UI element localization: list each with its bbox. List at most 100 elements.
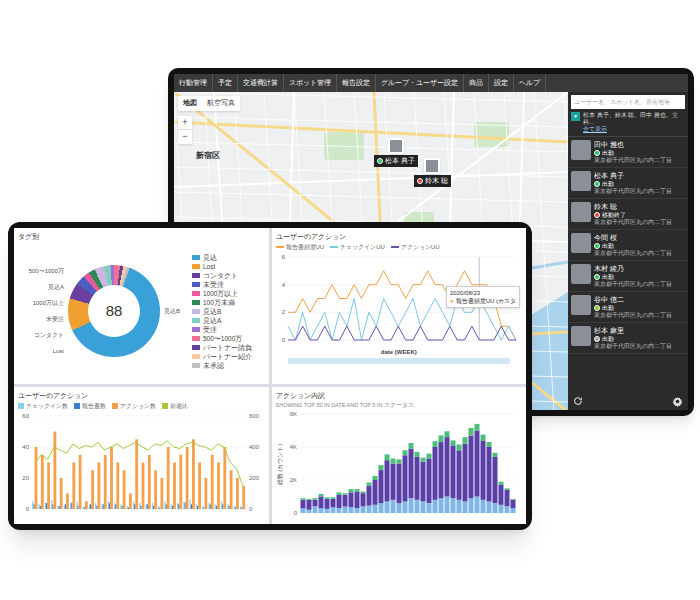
legend-item[interactable]: 報告書頻度UU: [276, 243, 325, 252]
legend-label: Lost: [203, 262, 215, 271]
area-label: 新宿区: [196, 150, 220, 162]
user-actions-bar-panel: ユーザーのアクションチェックイン数報告書数アクション数前週比0204060020…: [14, 387, 269, 524]
legend-label: 受注: [203, 325, 217, 334]
user-row[interactable]: 田中 雅也出勤東京都千代田区丸の内二丁目: [568, 137, 688, 168]
filter-icon[interactable]: ▼: [571, 112, 580, 121]
bar-segment: [348, 507, 353, 513]
legend-item[interactable]: 100万未満: [192, 298, 252, 307]
bar-segment: [468, 498, 473, 513]
user-row[interactable]: 谷中 信二出勤東京都千代田区丸の内二丁目: [568, 292, 688, 323]
status-icon: [594, 274, 600, 280]
refresh-icon[interactable]: [573, 396, 583, 406]
bar-segment: [330, 507, 335, 513]
bar-segment: [510, 508, 515, 513]
legend-item[interactable]: 受注: [192, 325, 252, 334]
marker-label: 松本 典子: [374, 155, 418, 167]
bar: [242, 486, 245, 509]
map-tab[interactable]: 地図: [178, 96, 202, 111]
legend-item[interactable]: チェックインUU: [330, 243, 385, 252]
bar-segment: [480, 500, 485, 513]
legend-item[interactable]: 見込: [192, 253, 252, 262]
bar: [240, 506, 241, 509]
bar-segment: [348, 492, 353, 507]
bar: [190, 500, 191, 509]
menu-item[interactable]: 設定: [489, 74, 514, 92]
tick-label: 4: [281, 282, 285, 288]
legend-item[interactable]: 未承認: [192, 361, 252, 370]
bar-segment: [438, 435, 443, 442]
menu-item[interactable]: 交通費計算: [238, 74, 284, 92]
user-row[interactable]: 今間 桜出勤東京都千代田区丸の内二丁目: [568, 230, 688, 261]
bar-segment: [342, 493, 347, 495]
menu-item[interactable]: グループ・ユーザー設定: [376, 74, 464, 92]
map-marker[interactable]: 鈴木 聡: [414, 158, 451, 187]
legend-item[interactable]: チェックイン数: [18, 402, 68, 411]
menu-item[interactable]: 行動管理: [174, 74, 213, 92]
bar-segment: [444, 497, 449, 514]
gear-icon[interactable]: [672, 396, 683, 407]
legend-item[interactable]: アクションUU: [391, 243, 440, 252]
bar-segment: [360, 492, 365, 494]
legend-label: パートナー請負: [203, 343, 252, 352]
user-row[interactable]: 松本 典子出勤東京都千代田区丸の内二丁目: [568, 168, 688, 199]
series-line: [288, 326, 516, 340]
marker-label: 鈴木 聡: [414, 175, 451, 187]
menu-item[interactable]: 商品: [464, 74, 489, 92]
bar-segment: [486, 447, 491, 502]
menu-item[interactable]: スポット管理: [284, 74, 337, 92]
search-input[interactable]: [571, 95, 685, 109]
legend-item[interactable]: アクション数: [112, 402, 156, 411]
zoom-out-button[interactable]: −: [178, 130, 192, 144]
bar: [223, 447, 226, 509]
bar: [147, 504, 148, 509]
bar-segment: [306, 500, 311, 510]
map-tab[interactable]: 航空写真: [202, 96, 240, 111]
legend-swatch: [192, 291, 200, 296]
grid-line: [288, 257, 516, 258]
zoom-in-button[interactable]: +: [178, 116, 192, 130]
bar-segment: [480, 440, 485, 499]
legend-item[interactable]: Lost: [192, 262, 252, 271]
legend-item[interactable]: 1000万以上: [192, 289, 252, 298]
breakdown-content: 総数 (カウント)02K4K6K: [276, 409, 523, 520]
bar-segment: [330, 499, 335, 507]
menu-item[interactable]: 報告設定: [337, 74, 376, 92]
legend-item[interactable]: パートナー紹介: [192, 352, 252, 361]
user-row[interactable]: 杉本 麻里出勤東京都千代田区丸の内二丁目: [568, 323, 688, 354]
marker-name: 松本 典子: [385, 156, 415, 166]
user-row[interactable]: 木村 綾乃出勤東京都千代田区丸の内二丁目: [568, 261, 688, 292]
legend-item[interactable]: 報告書数: [74, 402, 106, 411]
menu-item[interactable]: ヘルプ: [514, 74, 546, 92]
legend-item[interactable]: コンタクト: [192, 271, 252, 280]
y-axis-label-box: 総数 (カウント): [276, 409, 286, 520]
legend-item[interactable]: 見込A: [192, 316, 252, 325]
bar: [78, 506, 79, 509]
callout-label: Lost: [53, 347, 64, 356]
tick-label: 0: [293, 510, 297, 516]
range-slider[interactable]: [288, 358, 511, 364]
legend-label: 報告書数: [82, 402, 106, 411]
bar: [103, 504, 104, 509]
legend-swatch: [192, 282, 200, 287]
menu-item[interactable]: 予定: [213, 74, 238, 92]
legend-item[interactable]: 前週比: [162, 402, 188, 411]
legend-item[interactable]: 500〜1000万: [192, 334, 252, 343]
bar-segment: [360, 506, 365, 513]
show-all-link[interactable]: 全て表示: [583, 126, 685, 133]
tick-label: 2K: [289, 477, 296, 483]
user-name: 杉本 麻里: [594, 326, 672, 335]
legend-item[interactable]: 未受注: [192, 280, 252, 289]
bar-segment: [300, 500, 305, 508]
user-info: 田中 雅也出勤東京都千代田区丸の内二丁目: [594, 140, 672, 164]
bar-segment: [498, 505, 503, 513]
map-marker[interactable]: 松本 典子: [374, 138, 418, 167]
legend-item[interactable]: 見込B: [192, 307, 252, 316]
status-icon: [417, 178, 423, 184]
street: [534, 92, 554, 410]
bar: [158, 506, 159, 509]
user-actions-line-panel: ユーザーのアクション報告書頻度UUチェックインUUアクションUU0246date…: [272, 228, 527, 384]
legend-item[interactable]: パートナー請負: [192, 343, 252, 352]
bar: [41, 455, 44, 509]
bar: [202, 506, 203, 509]
user-row[interactable]: 鈴木 聡移動終了東京都千代田区丸の内二丁目: [568, 199, 688, 230]
